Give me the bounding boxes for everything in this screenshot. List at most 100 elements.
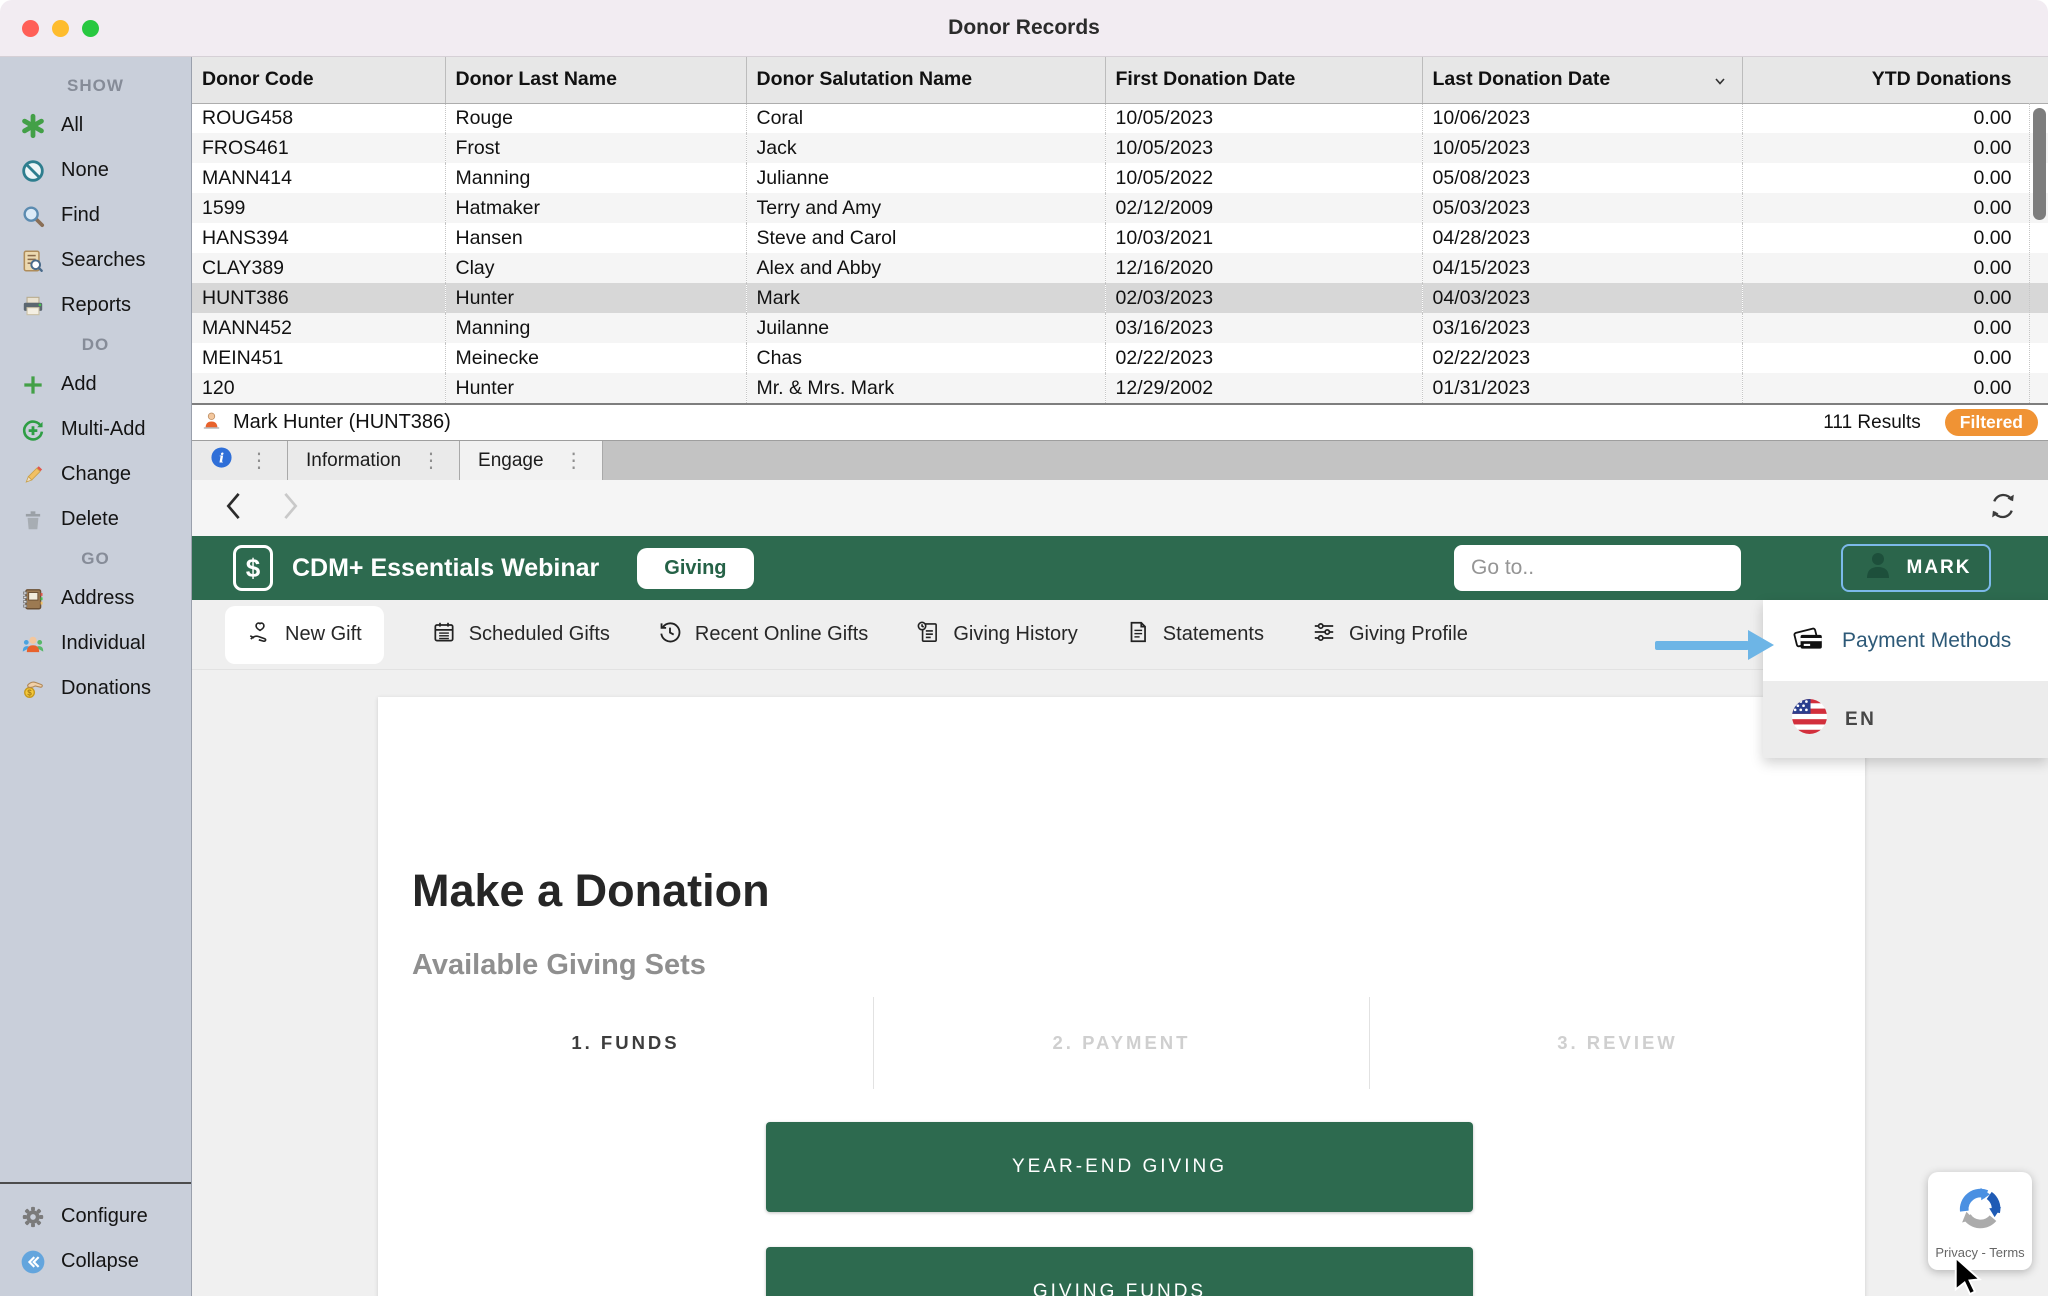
nav-scheduled-gifts[interactable]: Scheduled Gifts: [431, 619, 610, 651]
sidebar-item-all[interactable]: All: [0, 103, 191, 148]
column-header-last-donation[interactable]: Last Donation Date: [1422, 57, 1742, 103]
column-header-donor-code[interactable]: Donor Code: [192, 57, 445, 103]
giving-set-funds-button[interactable]: GIVING FUNDS: [766, 1247, 1473, 1296]
credit-cards-icon: [1791, 621, 1825, 661]
giving-header: $ CDM+ Essentials Webinar Giving MARK: [192, 536, 2048, 600]
donation-page: Make a Donation Available Giving Sets 1.…: [192, 670, 2048, 1296]
sidebar-item-address[interactable]: Address: [0, 576, 191, 621]
collapse-chevrons-icon: [19, 1248, 47, 1276]
sidebar-item-change[interactable]: Change: [0, 452, 191, 497]
cell-ytd: 0.00: [1742, 373, 2048, 403]
cell-ytd: 0.00: [1742, 313, 2048, 343]
window-title: Donor Records: [948, 16, 1100, 40]
sidebar-item-none[interactable]: None: [0, 148, 191, 193]
engage-webview: $ CDM+ Essentials Webinar Giving MARK Ne…: [192, 480, 2048, 1296]
menu-item-payment-methods[interactable]: Payment Methods: [1763, 600, 2048, 681]
history-clock-icon: [657, 619, 683, 651]
menu-item-language[interactable]: EN: [1763, 681, 2048, 758]
cell-donor-code: ROUG458: [192, 103, 445, 133]
donation-steps: 1. FUNDS 2. PAYMENT 3. REVIEW: [378, 997, 1865, 1089]
nav-statements[interactable]: Statements: [1125, 619, 1264, 651]
sidebar-item-configure[interactable]: Configure: [0, 1194, 191, 1239]
cell-ytd: 0.00: [1742, 103, 2048, 133]
plus-icon: [19, 371, 47, 399]
minimize-window-button[interactable]: [52, 20, 69, 37]
nav-giving-profile[interactable]: Giving Profile: [1311, 619, 1468, 651]
donor-records-window: Donor Records SHOW All None Find Searche…: [0, 0, 2048, 1296]
nav-new-gift[interactable]: New Gift: [225, 606, 384, 664]
cell-first-donation: 10/05/2023: [1105, 133, 1422, 163]
zoom-window-button[interactable]: [82, 20, 99, 37]
sidebar-item-individual[interactable]: Individual: [0, 621, 191, 666]
sidebar-item-searches[interactable]: Searches: [0, 238, 191, 283]
tab-menu-dots-icon[interactable]: ⋮: [249, 448, 269, 473]
organization-name: CDM+ Essentials Webinar: [292, 554, 599, 583]
refresh-icon[interactable]: [1986, 489, 2020, 528]
column-header-last-name[interactable]: Donor Last Name: [445, 57, 746, 103]
cell-salutation: Coral: [746, 103, 1105, 133]
filtered-badge[interactable]: Filtered: [1945, 409, 2038, 436]
cell-donor-code: MEIN451: [192, 343, 445, 373]
sidebar-item-add[interactable]: Add: [0, 362, 191, 407]
sidebar: SHOW All None Find Searches Reports D: [0, 57, 192, 1296]
sidebar-item-find[interactable]: Find: [0, 193, 191, 238]
column-header-salutation[interactable]: Donor Salutation Name: [746, 57, 1105, 103]
tab-info[interactable]: i ⋮: [192, 441, 288, 480]
printer-icon: [19, 292, 47, 320]
hand-heart-icon: [247, 619, 273, 651]
donor-row[interactable]: MANN414 Manning Julianne 10/05/2022 05/0…: [192, 163, 2048, 193]
sidebar-item-collapse[interactable]: Collapse: [0, 1239, 191, 1284]
tab-information[interactable]: Information ⋮: [288, 441, 460, 480]
donor-row[interactable]: MANN452 Manning Juilanne 03/16/2023 03/1…: [192, 313, 2048, 343]
magnifier-icon: [19, 202, 47, 230]
cell-salutation: Jack: [746, 133, 1105, 163]
donor-row[interactable]: FROS461 Frost Jack 10/05/2023 10/05/2023…: [192, 133, 2048, 163]
donor-row[interactable]: ROUG458 Rouge Coral 10/05/2023 10/06/202…: [192, 103, 2048, 133]
donor-row[interactable]: HANS394 Hansen Steve and Carol 10/03/202…: [192, 223, 2048, 253]
cell-donor-code: MANN414: [192, 163, 445, 193]
tab-engage[interactable]: Engage ⋮: [460, 441, 603, 480]
goto-input[interactable]: [1454, 545, 1741, 591]
donor-row[interactable]: HUNT386 Hunter Mark 02/03/2023 04/03/202…: [192, 283, 2048, 313]
sliders-icon: [1311, 619, 1337, 651]
document-icon: [1125, 619, 1151, 651]
sidebar-item-donations[interactable]: $ Donations: [0, 666, 191, 711]
sidebar-item-reports[interactable]: Reports: [0, 283, 191, 328]
tab-menu-dots-icon[interactable]: ⋮: [421, 448, 441, 473]
cell-last-donation: 02/22/2023: [1422, 343, 1742, 373]
info-icon: i: [210, 446, 233, 475]
donor-row[interactable]: 1599 Hatmaker Terry and Amy 02/12/2009 0…: [192, 193, 2048, 223]
tab-menu-dots-icon[interactable]: ⋮: [564, 448, 584, 473]
giving-button[interactable]: Giving: [637, 548, 753, 589]
cell-first-donation: 02/03/2023: [1105, 283, 1422, 313]
forward-icon[interactable]: [274, 489, 304, 528]
pencil-icon: [19, 461, 47, 489]
people-icon: [19, 630, 47, 658]
column-header-first-donation[interactable]: First Donation Date: [1105, 57, 1422, 103]
donor-row[interactable]: MEIN451 Meinecke Chas 02/22/2023 02/22/2…: [192, 343, 2048, 373]
donor-row[interactable]: 120 Hunter Mr. & Mrs. Mark 12/29/2002 01…: [192, 373, 2048, 403]
user-menu-button[interactable]: MARK: [1841, 544, 1991, 592]
cell-donor-code: 120: [192, 373, 445, 403]
cell-last-name: Hansen: [445, 223, 746, 253]
back-icon[interactable]: [220, 489, 250, 528]
user-silhouette-icon: [1861, 548, 1895, 588]
circle-plus-arrow-icon: [19, 416, 47, 444]
cell-ytd: 0.00: [1742, 223, 2048, 253]
donor-row[interactable]: CLAY389 Clay Alex and Abby 12/16/2020 04…: [192, 253, 2048, 283]
sidebar-item-delete[interactable]: Delete: [0, 497, 191, 542]
cell-first-donation: 12/16/2020: [1105, 253, 1422, 283]
current-record-label: Mark Hunter (HUNT386): [233, 411, 451, 434]
column-header-ytd[interactable]: YTD Donations: [1742, 57, 2048, 103]
sidebar-item-multi-add[interactable]: Multi-Add: [0, 407, 191, 452]
table-scrollbar[interactable]: [2029, 103, 2048, 403]
scrollbar-thumb[interactable]: [2033, 108, 2046, 220]
cell-last-donation: 04/28/2023: [1422, 223, 1742, 253]
close-window-button[interactable]: [22, 20, 39, 37]
cell-last-donation: 04/15/2023: [1422, 253, 1742, 283]
cell-first-donation: 02/22/2023: [1105, 343, 1422, 373]
nav-recent-online-gifts[interactable]: Recent Online Gifts: [657, 619, 868, 651]
svg-text:i: i: [219, 450, 224, 466]
nav-giving-history[interactable]: Giving History: [915, 619, 1077, 651]
giving-set-year-end-button[interactable]: YEAR-END GIVING: [766, 1122, 1473, 1212]
